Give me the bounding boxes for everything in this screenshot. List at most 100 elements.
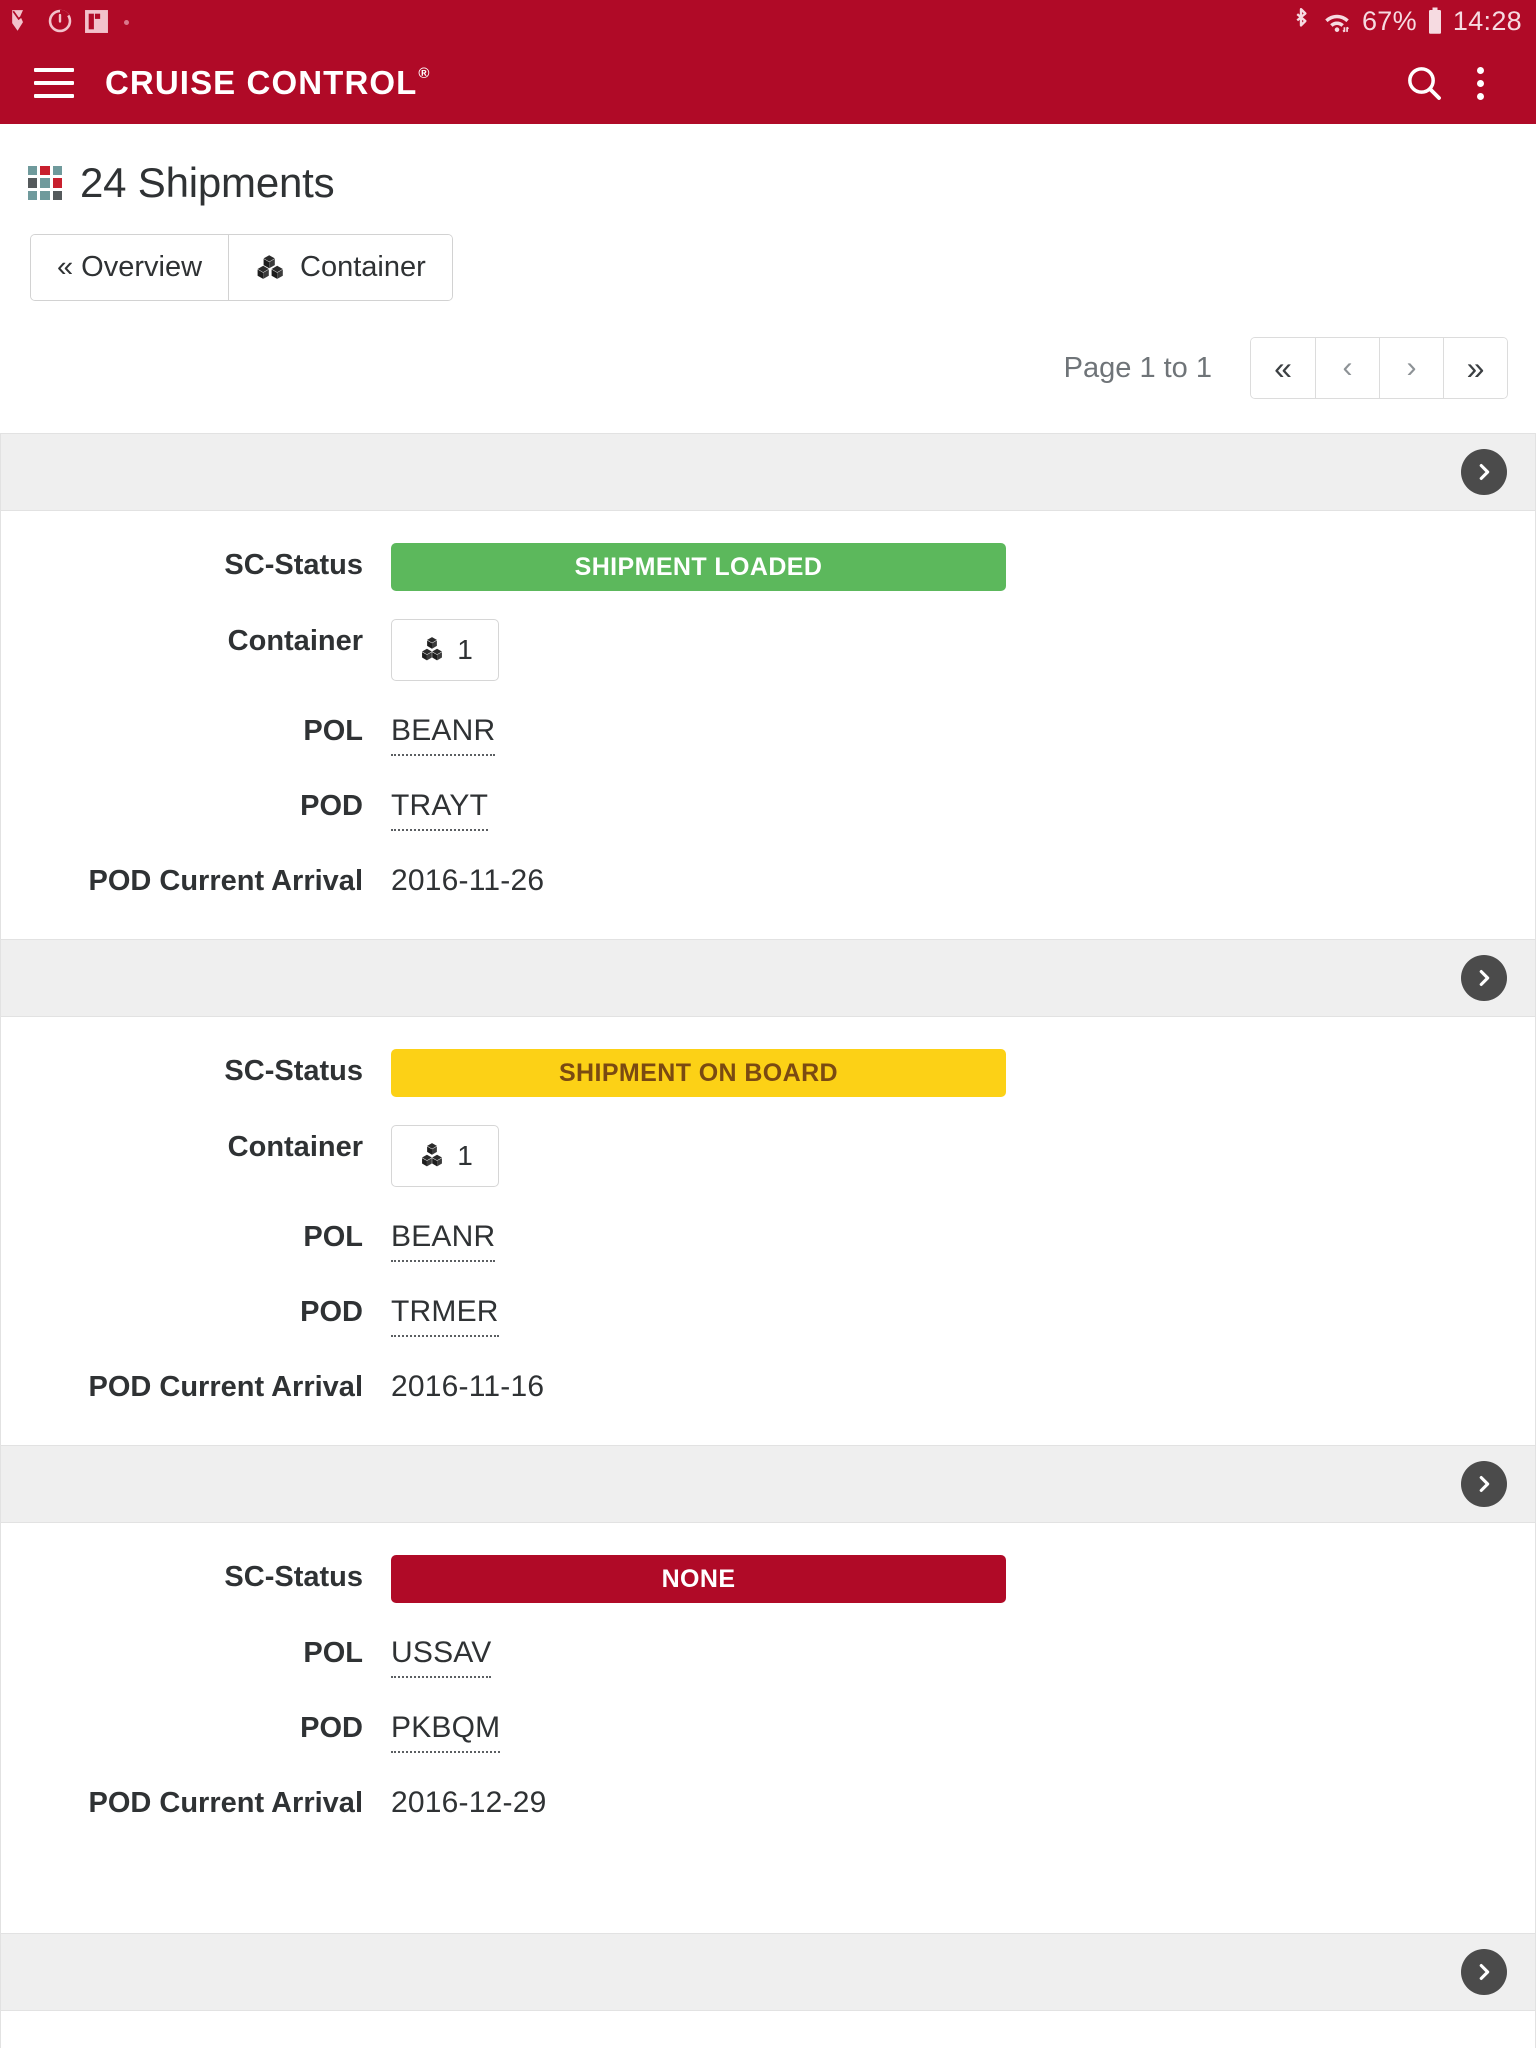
grid-squares-icon xyxy=(28,166,62,200)
field-label-sc-status: SC-Status xyxy=(224,549,363,581)
tab-overview[interactable]: « Overview xyxy=(31,235,229,300)
pod-link[interactable]: TRAYT xyxy=(391,784,489,831)
container-boxes-icon xyxy=(257,254,283,279)
expand-shipment-button[interactable] xyxy=(1461,1461,1507,1507)
field-container: Container 1 xyxy=(1,1125,1535,1187)
field-pod-current-arrival: POD Current Arrival 2016-12-29 xyxy=(1,1781,1535,1825)
field-label-pod: POD xyxy=(300,1296,363,1328)
pol-link[interactable]: USSAV xyxy=(391,1631,492,1678)
shipment-card-header xyxy=(1,433,1535,511)
shipment-card: SC-Status SHIPMENT ON BOARD Container 1 … xyxy=(0,939,1536,1445)
pagination-buttons: « ‹ › » xyxy=(1250,337,1508,399)
page-header: 24 Shipments xyxy=(0,124,1536,204)
app-title-text: CRUISE CONTROL xyxy=(105,64,418,101)
shipment-card-body xyxy=(1,2011,1535,2048)
pod-link[interactable]: PKBQM xyxy=(391,1706,501,1753)
field-label-pod-current-arrival: POD Current Arrival xyxy=(88,1787,364,1819)
field-pol: POL BEANR xyxy=(1,1215,1535,1262)
battery-icon xyxy=(1428,7,1441,34)
field-value-pod-current-arrival: 2016-12-29 xyxy=(391,1781,1535,1825)
view-tabs: « Overview Container xyxy=(30,234,453,301)
field-label-pod-current-arrival: POD Current Arrival xyxy=(88,865,364,897)
field-pod: POD TRMER xyxy=(1,1290,1535,1337)
search-button[interactable] xyxy=(1396,55,1452,111)
field-pod-current-arrival: POD Current Arrival 2016-11-26 xyxy=(1,859,1535,903)
pod-link[interactable]: TRMER xyxy=(391,1290,499,1337)
field-value-container: 1 xyxy=(391,619,1535,681)
search-icon xyxy=(1408,67,1441,100)
pager-prev-button[interactable]: ‹ xyxy=(1315,338,1379,398)
overflow-menu-button[interactable] xyxy=(1452,55,1508,111)
pod-current-arrival-value: 2016-11-16 xyxy=(391,1370,545,1403)
expand-shipment-button[interactable] xyxy=(1461,1949,1507,1995)
pager-first-button[interactable]: « xyxy=(1251,338,1315,398)
field-value-pol: BEANR xyxy=(391,1215,1535,1262)
field-pod-current-arrival: POD Current Arrival 2016-11-16 xyxy=(1,1365,1535,1409)
tab-container[interactable]: Container xyxy=(228,235,452,300)
field-value-pol: USSAV xyxy=(391,1631,1535,1678)
field-sc-status: SC-Status SHIPMENT LOADED xyxy=(1,543,1535,591)
field-label-pol: POL xyxy=(303,715,363,747)
page-title: 24 Shipments xyxy=(80,159,335,206)
chevron-right-icon xyxy=(1479,1964,1490,1980)
container-count-button[interactable]: 1 xyxy=(391,1125,499,1187)
chevron-right-icon xyxy=(1479,1476,1490,1492)
container-count-label: 1 xyxy=(457,1140,473,1171)
shipment-list: SC-Status SHIPMENT LOADED Container 1 PO… xyxy=(0,433,1536,2048)
field-value-pod-current-arrival: 2016-11-16 xyxy=(391,1365,1535,1409)
status-bar: 67% 14:28 xyxy=(0,0,1536,42)
pager-last-button[interactable]: » xyxy=(1443,338,1507,398)
shipment-card xyxy=(0,1933,1536,2048)
field-label-sc-status: SC-Status xyxy=(224,1055,363,1087)
status-badge: NONE xyxy=(391,1555,1006,1603)
field-value-container: 1 xyxy=(391,1125,1535,1187)
pol-link[interactable]: BEANR xyxy=(391,1215,496,1262)
page-content: 24 Shipments « Overview Container Page 1… xyxy=(0,124,1536,2048)
field-container: Container 1 xyxy=(1,619,1535,681)
field-label-pod: POD xyxy=(300,1712,363,1744)
more-vertical-icon xyxy=(1476,66,1484,100)
pager-next-button[interactable]: › xyxy=(1379,338,1443,398)
wifi-icon xyxy=(1325,14,1349,33)
app-title-registered-mark: ® xyxy=(418,65,431,82)
expand-shipment-button[interactable] xyxy=(1461,449,1507,495)
field-label-pol: POL xyxy=(303,1637,363,1669)
field-value-pol: BEANR xyxy=(391,709,1535,756)
shipment-card-body: SC-Status NONE POL USSAV POD PKBQM POD C… xyxy=(1,1523,1535,1933)
clock-label: 14:28 xyxy=(1452,5,1522,36)
pol-link[interactable]: BEANR xyxy=(391,709,496,756)
field-value-sc-status: SHIPMENT ON BOARD xyxy=(391,1049,1535,1097)
field-value-pod-current-arrival: 2016-11-26 xyxy=(391,859,1535,903)
hamburger-menu-icon[interactable] xyxy=(34,68,74,98)
field-value-sc-status: SHIPMENT LOADED xyxy=(391,543,1535,591)
chevron-right-icon xyxy=(1479,464,1490,480)
field-label-pol: POL xyxy=(303,1221,363,1253)
pagination-bar: Page 1 to 1 « ‹ › » xyxy=(0,301,1536,399)
expand-shipment-button[interactable] xyxy=(1461,955,1507,1001)
flipboard-icon xyxy=(85,9,108,33)
field-pod: POD TRAYT xyxy=(1,784,1535,831)
app-title: CRUISE CONTROL ® xyxy=(105,64,431,102)
notification-dot-icon xyxy=(124,19,129,25)
field-sc-status: SC-Status NONE xyxy=(1,1555,1535,1603)
shipment-card-body: SC-Status SHIPMENT LOADED Container 1 PO… xyxy=(1,511,1535,939)
field-value-pod: TRAYT xyxy=(391,784,1535,831)
container-boxes-icon xyxy=(422,637,443,661)
container-boxes-icon xyxy=(422,1143,443,1167)
field-label-container: Container xyxy=(227,1131,363,1163)
container-count-button[interactable]: 1 xyxy=(391,619,499,681)
status-bar-right-icons: 67% 14:28 xyxy=(1290,6,1522,36)
battery-percent-label: 67% xyxy=(1361,5,1417,36)
shipment-card-header xyxy=(1,1933,1535,2011)
container-count-label: 1 xyxy=(457,634,473,665)
shipment-card: SC-Status NONE POL USSAV POD PKBQM POD C… xyxy=(0,1445,1536,1933)
status-badge: SHIPMENT LOADED xyxy=(391,543,1006,591)
status-bar-left-icons xyxy=(10,8,129,34)
shipment-card: SC-Status SHIPMENT LOADED Container 1 PO… xyxy=(0,433,1536,939)
field-label-container: Container xyxy=(227,625,363,657)
pod-current-arrival-value: 2016-12-29 xyxy=(391,1786,547,1819)
pod-current-arrival-value: 2016-11-26 xyxy=(391,864,545,897)
field-pod: POD PKBQM xyxy=(1,1706,1535,1753)
field-value-pod: TRMER xyxy=(391,1290,1535,1337)
bluetooth-icon xyxy=(1296,7,1307,27)
